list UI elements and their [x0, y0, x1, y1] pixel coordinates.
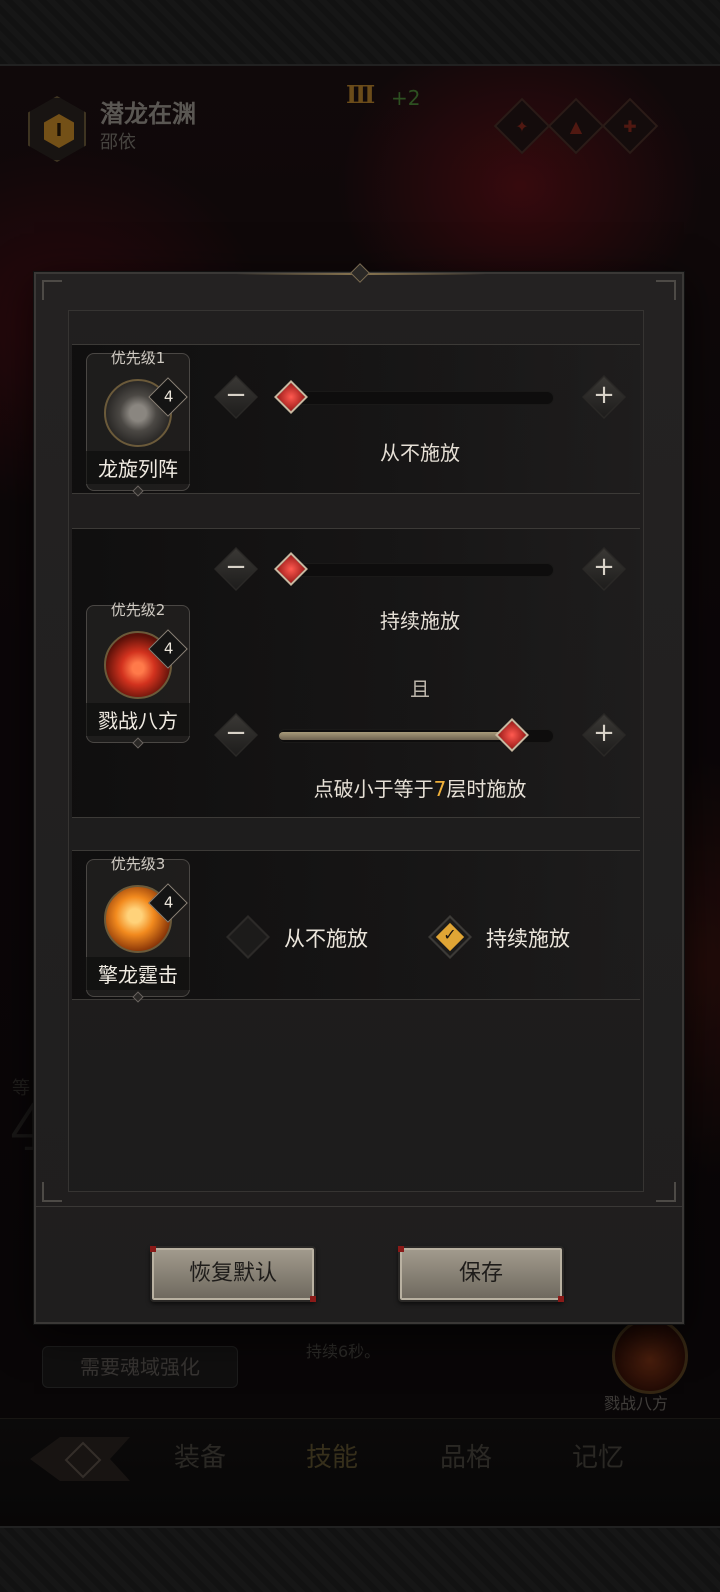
option-never-cast[interactable]: 从不施放: [226, 913, 386, 963]
checkbox-checked[interactable]: ✓: [428, 915, 472, 959]
priority-label: 优先级2: [110, 601, 166, 619]
option-label: 持续施放: [486, 927, 570, 951]
corner-ornament: [656, 280, 676, 300]
minus-icon: −: [225, 552, 247, 582]
skill-slot-1[interactable]: 优先级1 4 龙旋列阵: [86, 349, 190, 497]
skill-name: 龙旋列阵: [86, 451, 190, 484]
option-label: 从不施放: [284, 927, 368, 951]
checkbox[interactable]: [226, 915, 270, 959]
increase-button[interactable]: +: [582, 713, 626, 757]
skill-slot-3[interactable]: 优先级3 4 擎龙霆击: [86, 855, 190, 1003]
skill-name: 戮战八方: [86, 703, 190, 736]
increase-button[interactable]: +: [582, 547, 626, 591]
skill-level-value: 4: [163, 639, 174, 658]
skill-priority-dialog: 优先级1 4 龙旋列阵 − + 从不施放 优先级2 4 戮战八方 − + 持续施…: [34, 263, 684, 1324]
plus-icon: +: [593, 718, 615, 748]
cast-condition-slider[interactable]: − +: [214, 541, 626, 597]
slider-knob[interactable]: [495, 718, 530, 752]
slider-track[interactable]: [278, 718, 554, 752]
conjunction-label: 且: [410, 677, 430, 701]
slider-track[interactable]: [274, 552, 554, 586]
game-screen: I 潜龙在渊 邵依 Ⅲ +2 ✦ ▲ ✚ 等 420 需要魂域强化 持续6秒。 …: [0, 0, 720, 1592]
priority-label: 优先级3: [110, 855, 166, 873]
cast-condition-slider[interactable]: − +: [214, 369, 626, 425]
priority-row-1: 优先级1 4 龙旋列阵 − + 从不施放: [72, 344, 640, 497]
priority-label: 优先级1: [110, 349, 166, 367]
caption-prefix: 点破小于等于: [313, 777, 434, 801]
footer-divider: [36, 1206, 682, 1207]
increase-button[interactable]: +: [582, 375, 626, 419]
slider-caption: 持续施放: [380, 609, 460, 633]
corner-ornament: [42, 280, 62, 300]
priority-row-3: 优先级3 4 擎龙霆击 从不施放 ✓ 持续施放: [72, 850, 640, 1003]
slider-caption: 从不施放: [380, 441, 460, 465]
decrease-button[interactable]: −: [214, 713, 258, 757]
slider-track[interactable]: [274, 380, 554, 414]
save-button[interactable]: 保存: [398, 1246, 564, 1302]
skill-slot-2[interactable]: 优先级2 4 戮战八方: [86, 601, 190, 749]
plus-icon: +: [593, 380, 615, 410]
decrease-button[interactable]: −: [214, 547, 258, 591]
option-always-cast[interactable]: ✓ 持续施放: [428, 913, 588, 963]
priority-row-2: 优先级2 4 戮战八方 − + 持续施放 且 − + 点破小于等于7层时施放: [72, 528, 640, 818]
skill-level-value: 4: [163, 387, 174, 406]
minus-icon: −: [225, 718, 247, 748]
plus-icon: +: [593, 552, 615, 582]
skill-level-value: 4: [163, 893, 174, 912]
decrease-button[interactable]: −: [214, 375, 258, 419]
minus-icon: −: [225, 380, 247, 410]
skill-name: 擎龙霆击: [86, 957, 190, 990]
caption-value: 7: [433, 777, 447, 801]
slider-knob[interactable]: [274, 380, 308, 414]
stack-threshold-slider[interactable]: − +: [214, 707, 626, 763]
slider-knob[interactable]: [274, 552, 308, 586]
slider-fill: [279, 732, 513, 740]
checkmark-icon: ✓: [443, 925, 457, 944]
caption-suffix: 层时施放: [446, 777, 527, 801]
corner-ornament: [656, 1182, 676, 1202]
reset-default-button[interactable]: 恢复默认: [150, 1246, 316, 1302]
corner-ornament: [42, 1182, 62, 1202]
slider-caption: 点破小于等于7层时施放: [214, 773, 626, 802]
